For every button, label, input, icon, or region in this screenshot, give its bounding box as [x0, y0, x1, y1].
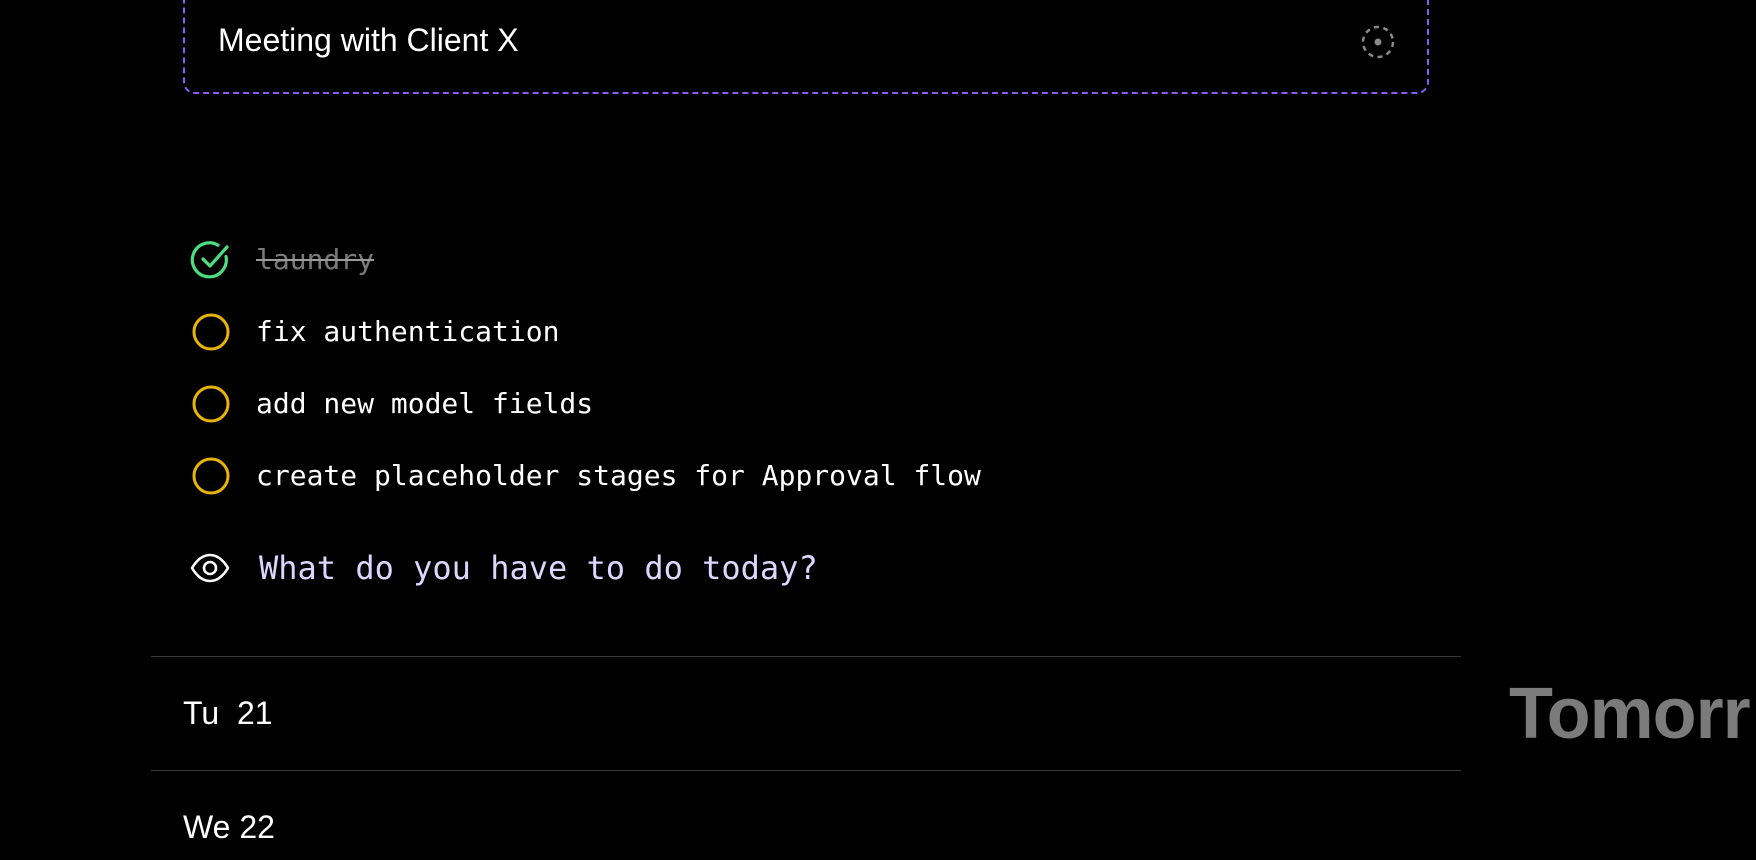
- day-row-tu-21[interactable]: Tu 21: [151, 657, 1461, 769]
- task-text[interactable]: fix authentication: [256, 314, 559, 350]
- task-item: fix authentication: [190, 296, 981, 368]
- task-text[interactable]: create placeholder stages for Approval f…: [256, 458, 981, 494]
- empty-circle-icon[interactable]: [190, 383, 232, 425]
- eye-icon[interactable]: [190, 548, 230, 588]
- task-item: laundry: [190, 224, 981, 296]
- task-text[interactable]: add new model fields: [256, 386, 593, 422]
- empty-circle-icon[interactable]: [190, 311, 232, 353]
- empty-circle-icon[interactable]: [190, 455, 232, 497]
- tomorrow-heading: Tomorr: [1509, 674, 1751, 754]
- event-title: Meeting with Client X: [218, 22, 519, 58]
- event-card[interactable]: Meeting with Client X: [183, 0, 1429, 94]
- new-task-row: [190, 546, 1159, 590]
- check-circle-icon[interactable]: [190, 239, 232, 281]
- task-item: create placeholder stages for Approval f…: [190, 440, 981, 512]
- task-item: add new model fields: [190, 368, 981, 440]
- new-task-input[interactable]: [259, 549, 1159, 587]
- day-row-we-22[interactable]: We 22: [151, 771, 1461, 860]
- day-label: Tu 21: [183, 695, 273, 731]
- task-text[interactable]: laundry: [256, 242, 374, 278]
- day-label: We 22: [183, 809, 275, 845]
- dashed-circle-dot-icon[interactable]: [1360, 24, 1396, 60]
- task-list: laundry fix authentication add new model…: [190, 224, 981, 512]
